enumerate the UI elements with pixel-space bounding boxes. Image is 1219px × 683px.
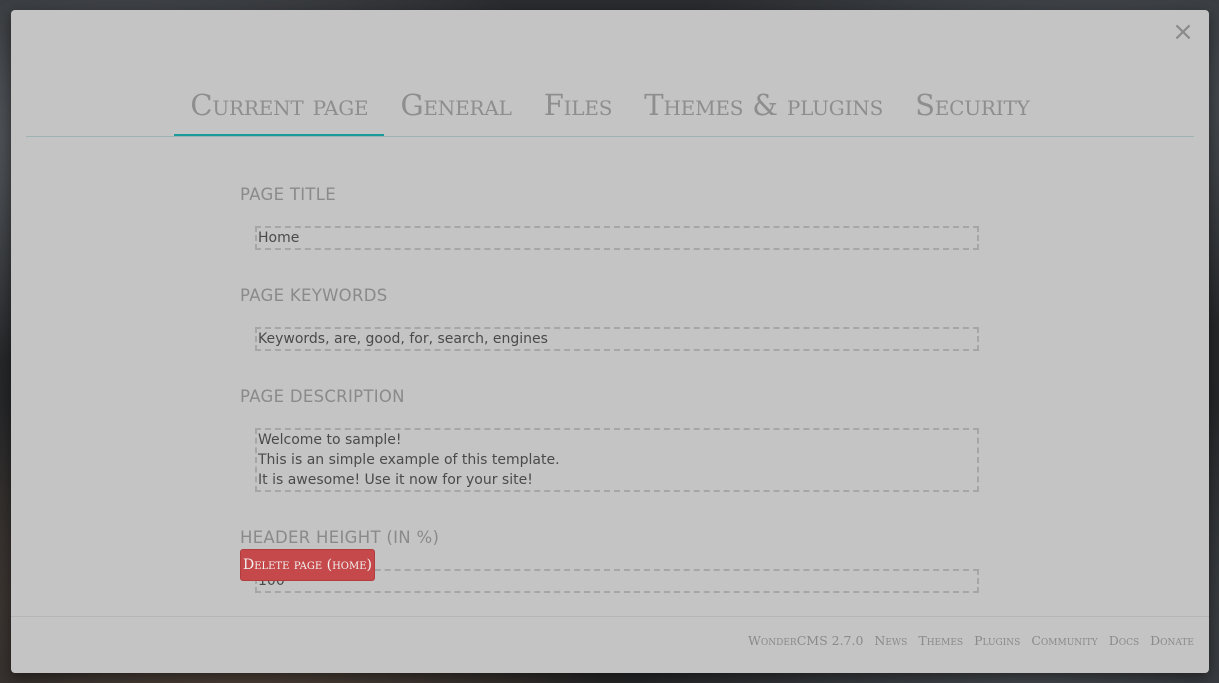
delete-page-button[interactable]: Delete page (home) bbox=[240, 549, 375, 581]
page-keywords-label: PAGE KEYWORDS bbox=[240, 286, 388, 305]
footer-link-donate[interactable]: Donate bbox=[1150, 633, 1194, 648]
page-description-label: PAGE DESCRIPTION bbox=[240, 387, 405, 406]
settings-tabs: Current page General Files Themes & plug… bbox=[26, 82, 1194, 137]
page-title-input[interactable] bbox=[255, 226, 979, 250]
settings-modal: × Current page General Files Themes & pl… bbox=[11, 10, 1209, 673]
footer-link-themes[interactable]: Themes bbox=[918, 633, 963, 648]
close-icon[interactable]: × bbox=[1171, 19, 1195, 45]
page-description-textarea[interactable]: Welcome to sample! This is an simple exa… bbox=[255, 428, 979, 492]
current-page-form: PAGE TITLE PAGE KEYWORDS PAGE DESCRIPTIO… bbox=[240, 184, 980, 593]
header-height-label: HEADER HEIGHT (IN %) bbox=[240, 528, 440, 547]
tab-security[interactable]: Security bbox=[899, 82, 1046, 136]
page-keywords-input[interactable] bbox=[255, 327, 979, 351]
modal-footer: WonderCMS 2.7.0 News Themes Plugins Comm… bbox=[11, 616, 1209, 674]
tab-general[interactable]: General bbox=[384, 82, 527, 136]
cms-version: WonderCMS 2.7.0 bbox=[748, 633, 864, 648]
tab-files[interactable]: Files bbox=[528, 82, 629, 136]
footer-link-news[interactable]: News bbox=[874, 633, 907, 648]
footer-link-plugins[interactable]: Plugins bbox=[974, 633, 1020, 648]
footer-link-docs[interactable]: Docs bbox=[1109, 633, 1139, 648]
footer-links: WonderCMS 2.7.0 News Themes Plugins Comm… bbox=[748, 633, 1194, 648]
tab-current-page[interactable]: Current page bbox=[174, 82, 385, 136]
page-title-label: PAGE TITLE bbox=[240, 185, 336, 204]
footer-link-community[interactable]: Community bbox=[1031, 633, 1097, 648]
tab-themes-plugins[interactable]: Themes & plugins bbox=[628, 82, 899, 136]
